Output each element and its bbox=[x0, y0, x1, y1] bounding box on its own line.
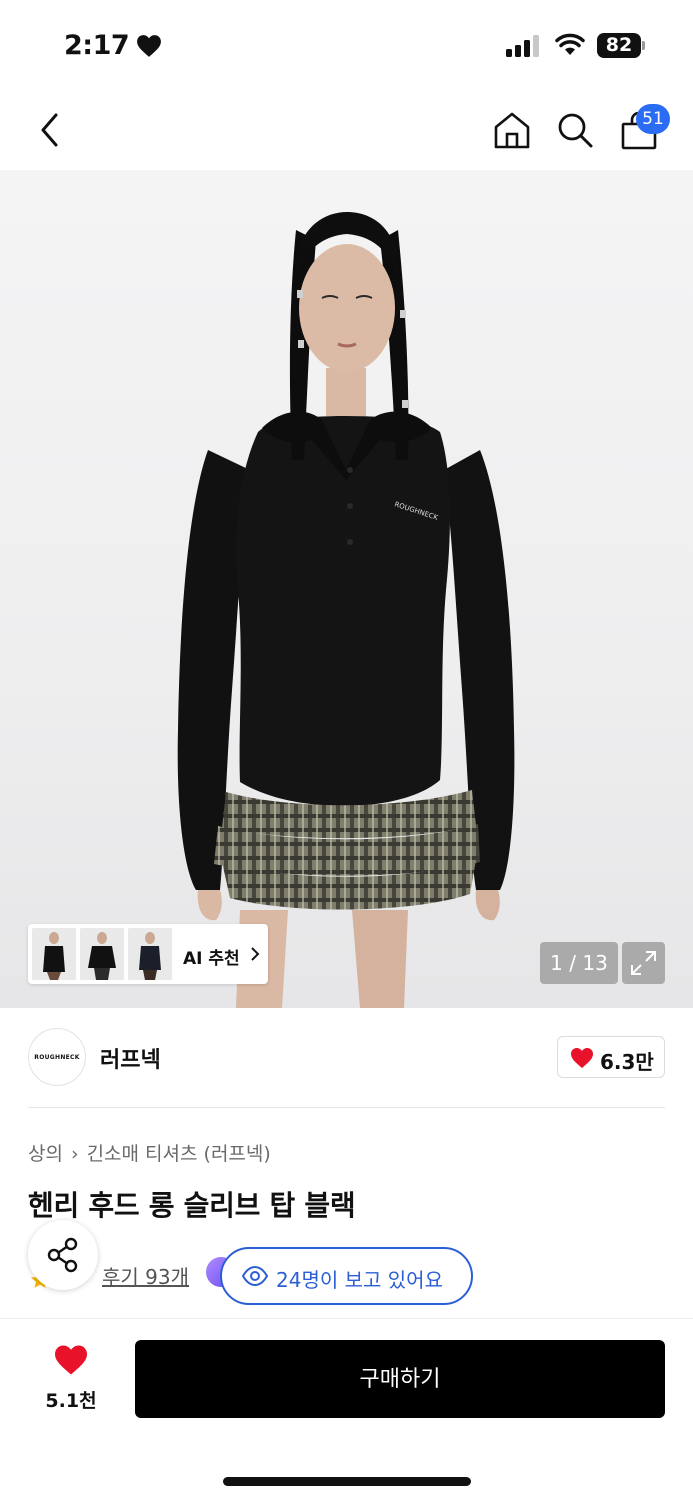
share-button[interactable] bbox=[28, 1220, 98, 1290]
expand-button[interactable] bbox=[622, 942, 665, 984]
wish-button[interactable]: 5.1천 bbox=[40, 1344, 102, 1414]
review-count-link[interactable]: 후기 93개 bbox=[102, 1261, 189, 1290]
recommend-thumbnail[interactable] bbox=[32, 928, 76, 980]
battery-icon: 82 bbox=[597, 33, 645, 58]
recommend-thumbnail[interactable] bbox=[128, 928, 172, 980]
divider bbox=[28, 1107, 665, 1108]
brand-name[interactable]: 러프넥 bbox=[100, 1042, 161, 1074]
heart-icon bbox=[571, 1048, 593, 1068]
breadcrumb-subcategory[interactable]: 긴소매 티셔츠 (러프넥) bbox=[87, 1143, 271, 1165]
divider bbox=[0, 1318, 693, 1319]
ai-recommend-box[interactable]: AI 추천 bbox=[28, 924, 268, 984]
eye-icon bbox=[242, 1265, 268, 1287]
breadcrumb-category[interactable]: 상의 bbox=[28, 1143, 63, 1165]
brand-row[interactable]: ROUGHNECK 러프넥 6.3만 bbox=[28, 1028, 665, 1086]
wish-count: 5.1천 bbox=[45, 1390, 97, 1412]
product-photo: ROUGHNECK bbox=[177, 212, 515, 1008]
product-title: 헨리 후드 롱 슬리브 탑 블랙 bbox=[28, 1189, 356, 1222]
brand-like-button[interactable]: 6.3만 bbox=[557, 1036, 665, 1078]
focus-heart-icon bbox=[137, 35, 161, 57]
signal-icon bbox=[506, 35, 542, 57]
recommend-thumbnail[interactable] bbox=[80, 928, 124, 980]
wifi-icon bbox=[555, 33, 585, 55]
ai-recommend-label: AI 추천 bbox=[183, 949, 240, 969]
image-pager: 1 / 13 bbox=[540, 942, 618, 984]
cart-count-badge: 51 bbox=[636, 104, 670, 134]
chevron-right-icon: › bbox=[70, 1143, 79, 1165]
status-time: 2:17 bbox=[64, 30, 130, 61]
back-icon[interactable] bbox=[38, 112, 62, 148]
live-viewers-pill: 24명이 보고 있어요 bbox=[220, 1247, 473, 1305]
heart-icon bbox=[55, 1345, 87, 1375]
live-viewers-text: 24명이 보고 있어요 bbox=[276, 1268, 443, 1292]
breadcrumb: 상의 › 긴소매 티셔츠 (러프넥) bbox=[28, 1139, 271, 1166]
brand-logo[interactable]: ROUGHNECK bbox=[28, 1028, 86, 1086]
brand-like-count: 6.3만 bbox=[600, 1050, 654, 1074]
expand-icon bbox=[631, 951, 656, 975]
top-nav bbox=[0, 90, 693, 170]
search-icon[interactable] bbox=[556, 111, 594, 149]
chevron-right-icon bbox=[251, 947, 260, 961]
status-bar: 2:17 82 bbox=[0, 0, 693, 90]
share-icon bbox=[47, 1237, 78, 1273]
home-icon[interactable] bbox=[492, 110, 532, 150]
battery-level: 82 bbox=[597, 33, 641, 58]
product-image-gallery[interactable]: ROUGHNECK AI 추천 1 / 13 bbox=[0, 170, 693, 1008]
buy-button[interactable]: 구매하기 bbox=[135, 1340, 665, 1418]
home-indicator bbox=[223, 1477, 471, 1486]
